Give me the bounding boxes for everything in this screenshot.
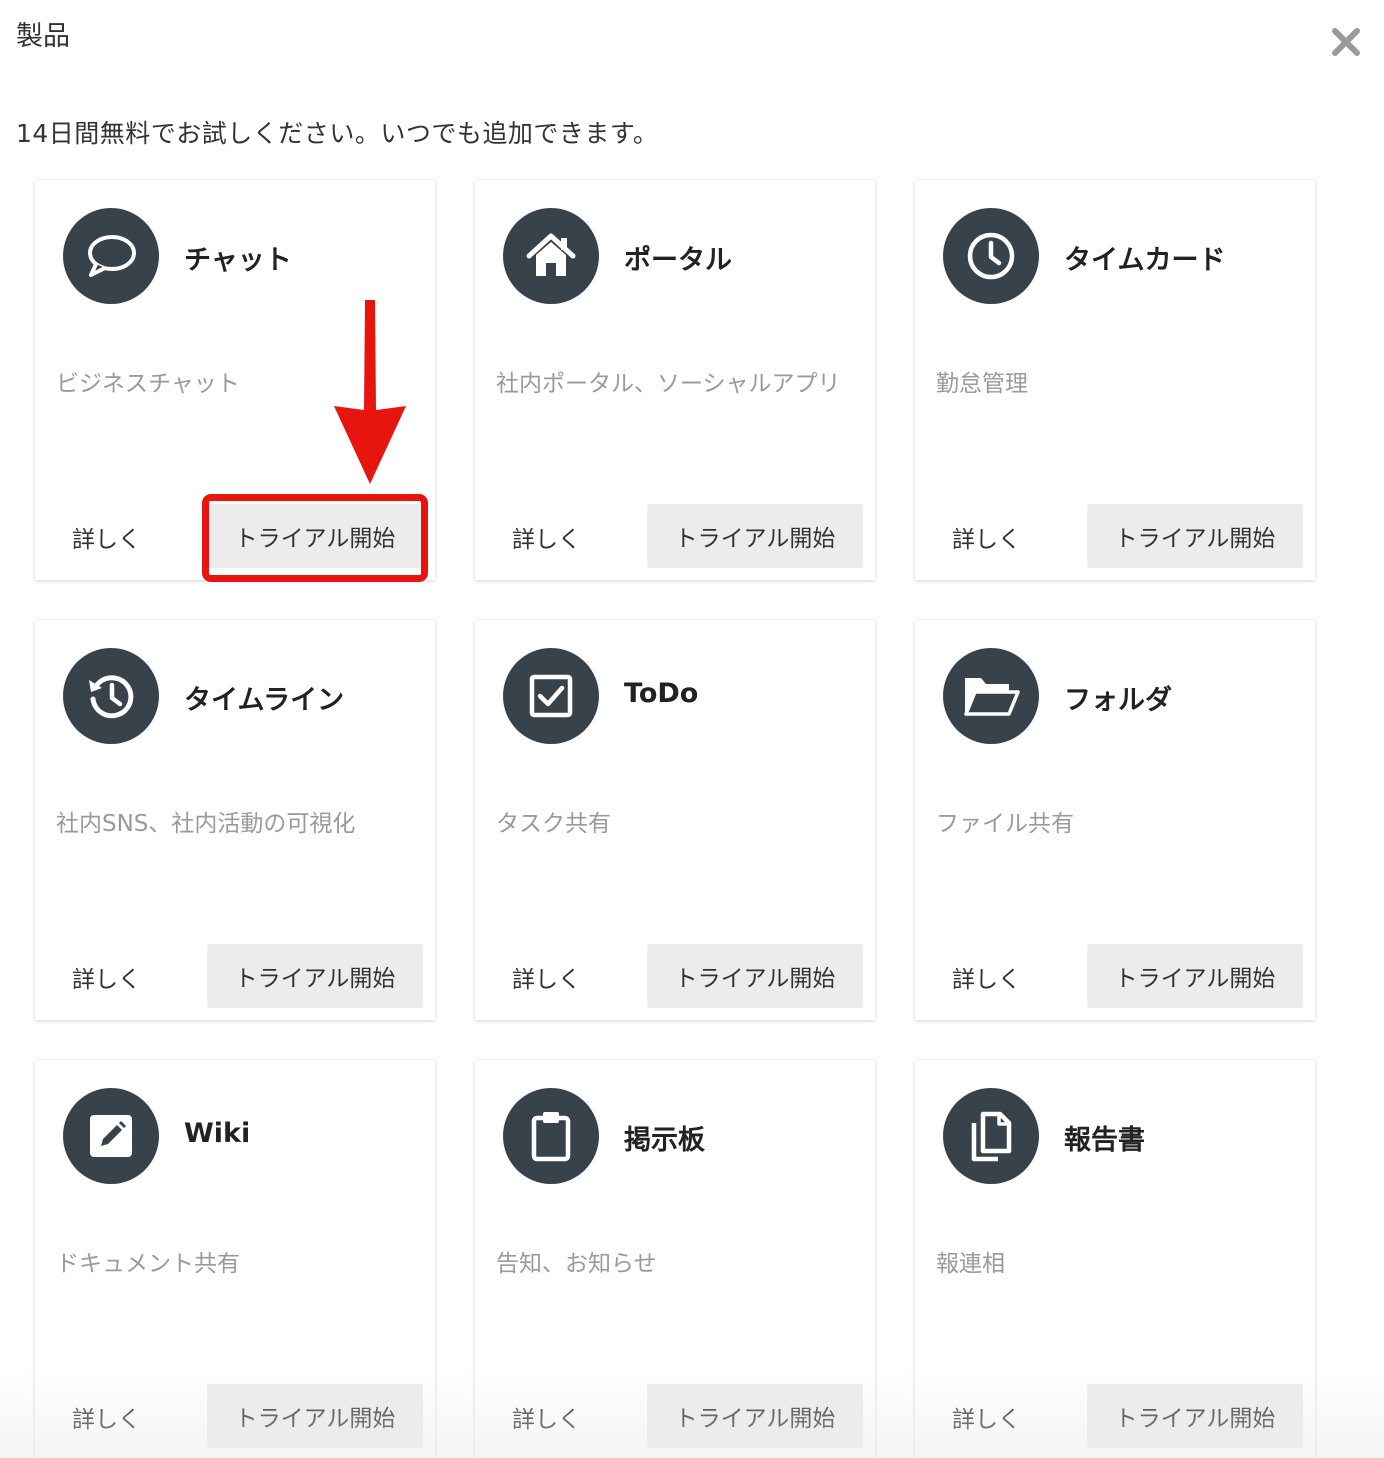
start-trial-button[interactable]: トライアル開始 — [207, 1384, 423, 1448]
details-link[interactable]: 詳しく — [952, 1400, 1021, 1434]
product-name: 報告書 — [1064, 1125, 1145, 1156]
start-trial-button[interactable]: トライアル開始 — [1087, 504, 1303, 568]
details-link[interactable]: 詳しく — [72, 1400, 141, 1434]
clipboard-icon — [531, 1112, 571, 1162]
home-icon — [526, 233, 576, 276]
close-icon — [1332, 28, 1360, 56]
product-name: 掲示板 — [624, 1125, 705, 1156]
start-trial-button[interactable]: トライアル開始 — [207, 504, 423, 568]
product-card-timeline: タイムライン 社内SNS、社内活動の可視化 詳しく トライアル開始 — [35, 620, 435, 1020]
product-icon-badge — [63, 648, 159, 744]
details-link[interactable]: 詳しく — [952, 960, 1021, 994]
product-card-timecard: タイムカード 勤怠管理 詳しく トライアル開始 — [915, 180, 1315, 580]
product-icon-badge — [63, 208, 159, 304]
details-link[interactable]: 詳しく — [512, 960, 581, 994]
product-card-portal: ポータル 社内ポータル、ソーシャルアプリ 詳しく トライアル開始 — [475, 180, 875, 580]
product-description: ドキュメント共有 — [56, 1251, 240, 1277]
product-name: チャット — [184, 245, 292, 276]
product-name: Wiki — [184, 1118, 251, 1149]
product-description: 報連相 — [936, 1251, 1005, 1277]
start-trial-button[interactable]: トライアル開始 — [647, 944, 863, 1008]
product-description: 社内SNS、社内活動の可視化 — [56, 811, 356, 837]
product-card-wiki: Wiki ドキュメント共有 詳しく トライアル開始 — [35, 1060, 435, 1458]
history-icon — [89, 675, 134, 719]
product-name: タイムライン — [184, 685, 345, 716]
product-card-folder: フォルダ ファイル共有 詳しく トライアル開始 — [915, 620, 1315, 1020]
start-trial-button[interactable]: トライアル開始 — [647, 504, 863, 568]
copy-icon — [971, 1111, 1012, 1162]
product-icon-badge — [943, 648, 1039, 744]
product-description: ビジネスチャット — [56, 371, 240, 397]
product-card-bulletin-board: 掲示板 告知、お知らせ 詳しく トライアル開始 — [475, 1060, 875, 1458]
close-button[interactable] — [1330, 26, 1362, 58]
details-link[interactable]: 詳しく — [72, 520, 141, 554]
start-trial-button[interactable]: トライアル開始 — [647, 1384, 863, 1448]
product-name: ToDo — [624, 678, 699, 709]
product-description: ファイル共有 — [936, 811, 1074, 837]
product-card-chat: チャット ビジネスチャット 詳しく トライアル開始 — [35, 180, 435, 580]
product-name: タイムカード — [1064, 245, 1226, 276]
product-card-todo: ToDo タスク共有 詳しく トライアル開始 — [475, 620, 875, 1020]
product-description: 社内ポータル、ソーシャルアプリ — [496, 371, 841, 397]
checkbox-icon — [529, 674, 573, 718]
edit-icon — [90, 1115, 132, 1157]
product-description: 勤怠管理 — [936, 371, 1028, 397]
product-icon-badge — [503, 1088, 599, 1184]
start-trial-button[interactable]: トライアル開始 — [207, 944, 423, 1008]
dialog-title: 製品 — [16, 21, 70, 52]
product-icon-badge — [943, 208, 1039, 304]
details-link[interactable]: 詳しく — [512, 1400, 581, 1434]
product-card-report: 報告書 報連相 詳しく トライアル開始 — [915, 1060, 1315, 1458]
details-link[interactable]: 詳しく — [512, 520, 581, 554]
dialog-subtitle: 14日間無料でお試しください。いつでも追加できます。 — [16, 119, 659, 148]
start-trial-button[interactable]: トライアル開始 — [1087, 1384, 1303, 1448]
start-trial-button[interactable]: トライアル開始 — [1087, 944, 1303, 1008]
product-description: タスク共有 — [496, 811, 611, 837]
chat-bubble-icon — [88, 235, 136, 277]
details-link[interactable]: 詳しく — [72, 960, 141, 994]
clock-icon — [967, 232, 1015, 280]
product-icon-badge — [503, 648, 599, 744]
product-icon-badge — [943, 1088, 1039, 1184]
details-link[interactable]: 詳しく — [952, 520, 1021, 554]
product-icon-badge — [63, 1088, 159, 1184]
product-icon-badge — [503, 208, 599, 304]
product-name: フォルダ — [1064, 685, 1172, 716]
folder-open-icon — [964, 678, 1020, 716]
product-description: 告知、お知らせ — [496, 1251, 657, 1277]
product-name: ポータル — [624, 245, 732, 276]
